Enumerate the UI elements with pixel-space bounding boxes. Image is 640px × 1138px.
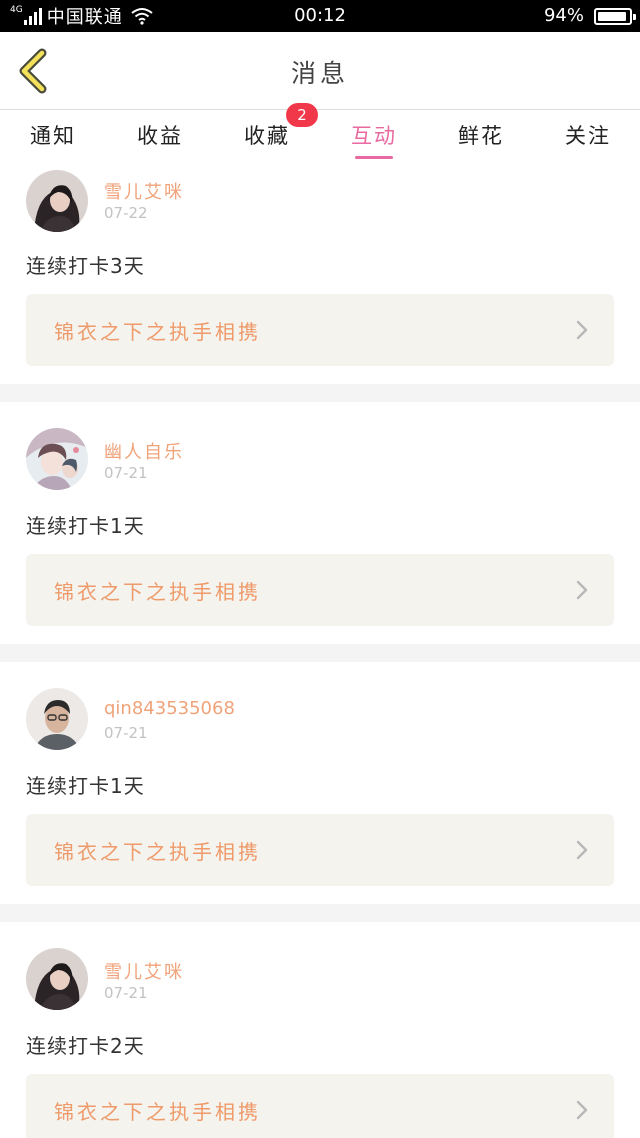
avatar[interactable] — [26, 948, 88, 1010]
book-link[interactable]: 锦衣之下之执手相携 — [26, 1074, 614, 1138]
book-link[interactable]: 锦衣之下之执手相携 — [26, 294, 614, 366]
battery-percent: 94% — [543, 5, 584, 26]
chevron-right-icon — [576, 1100, 588, 1120]
active-tab-indicator — [355, 156, 393, 159]
tab-bar: 通知 收益 收藏 互动 鲜花 关注 — [0, 110, 640, 160]
activity-message: 连续打卡1天 — [26, 514, 145, 538]
list-item: 雪儿艾咪 07-22 连续打卡3天 锦衣之下之执手相携 — [0, 160, 640, 384]
avatar[interactable] — [26, 688, 88, 750]
timestamp: 07-21 — [104, 464, 148, 482]
favorites-badge: 2 — [286, 103, 318, 127]
book-title: 锦衣之下之执手相携 — [54, 1100, 261, 1124]
chevron-right-icon — [576, 320, 588, 340]
timestamp: 07-22 — [104, 204, 148, 222]
header: 消息 — [0, 32, 640, 110]
list-item: qin843535068 07-21 连续打卡1天 锦衣之下之执手相携 — [0, 662, 640, 904]
tab-following[interactable]: 关注 — [543, 120, 633, 150]
activity-message: 连续打卡2天 — [26, 1034, 145, 1058]
tab-notifications[interactable]: 通知 — [8, 120, 98, 150]
username[interactable]: 雪儿艾咪 — [104, 178, 184, 204]
chevron-right-icon — [576, 840, 588, 860]
username[interactable]: qin843535068 — [104, 698, 235, 719]
status-bar: 4G 中国联通 00:12 94% — [0, 0, 640, 32]
avatar[interactable] — [26, 428, 88, 490]
book-title: 锦衣之下之执手相携 — [54, 840, 261, 864]
tab-earnings[interactable]: 收益 — [115, 120, 205, 150]
list-item: 幽人自乐 07-21 连续打卡1天 锦衣之下之执手相携 — [0, 402, 640, 644]
list-item: 雪儿艾咪 07-21 连续打卡2天 锦衣之下之执手相携 — [0, 922, 640, 1138]
tab-interactions-label: 互动 — [351, 124, 397, 148]
book-title: 锦衣之下之执手相携 — [54, 320, 261, 344]
page-title: 消息 — [290, 59, 349, 88]
book-link[interactable]: 锦衣之下之执手相携 — [26, 814, 614, 886]
activity-message: 连续打卡1天 — [26, 774, 145, 798]
timestamp: 07-21 — [104, 984, 148, 1002]
battery-icon — [594, 8, 636, 25]
avatar[interactable] — [26, 170, 88, 232]
tab-interactions[interactable]: 互动 — [329, 120, 419, 159]
divider — [0, 644, 640, 662]
divider — [0, 384, 640, 402]
book-link[interactable]: 锦衣之下之执手相携 — [26, 554, 614, 626]
chevron-right-icon — [576, 580, 588, 600]
interaction-feed: 雪儿艾咪 07-22 连续打卡3天 锦衣之下之执手相携 幽人自乐 07-21 连… — [0, 160, 640, 1138]
tab-flowers[interactable]: 鲜花 — [436, 120, 526, 150]
divider — [0, 904, 640, 922]
book-title: 锦衣之下之执手相携 — [54, 580, 261, 604]
timestamp: 07-21 — [104, 724, 148, 742]
username[interactable]: 幽人自乐 — [104, 438, 184, 464]
activity-message: 连续打卡3天 — [26, 254, 145, 278]
username[interactable]: 雪儿艾咪 — [104, 958, 184, 984]
